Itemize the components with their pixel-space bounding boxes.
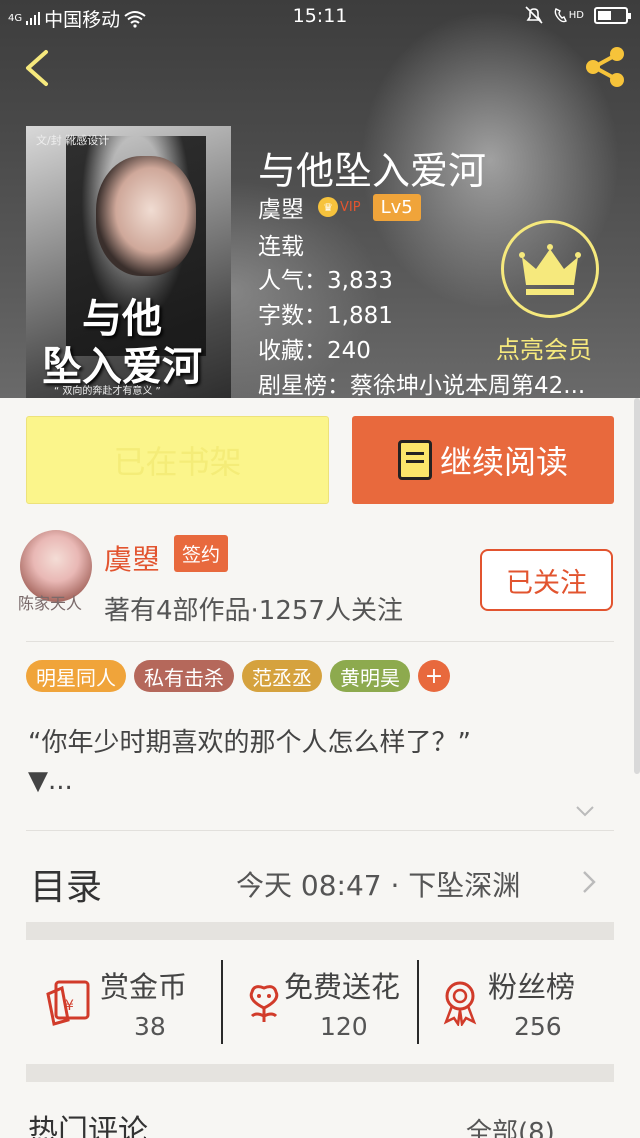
reward-coins-button[interactable]: ¥ 赏金币 38 [26,940,222,1058]
svg-text:¥: ¥ [65,998,74,1014]
continue-reading-label: 继续阅读 [439,443,568,481]
flower-icon [249,985,279,1022]
battery-icon [594,6,631,24]
crown-icon: ♛ [318,197,338,217]
signed-badge: 签约 [174,535,229,572]
toc-label: 目录 [30,867,103,908]
divider [26,641,614,642]
tag-item[interactable]: 范丞丞 [242,660,322,692]
scrollbar[interactable] [634,398,640,774]
action-count: 120 [320,1012,368,1041]
action-count: 38 [134,1012,166,1041]
author-stats: 著有4部作品·1257人关注 [104,596,403,626]
in-bookshelf-button[interactable]: 已在书架 [26,416,329,504]
share-icon[interactable] [582,44,628,90]
medal-icon [443,981,477,1026]
latest-chapter: 今天 08:47 · 下坠深渊 [236,869,521,902]
red-envelope-icon: ¥ [46,980,90,1026]
tag-item[interactable]: 黄明昊 [330,660,410,692]
action-title: 粉丝榜 [488,970,576,1004]
favorites-count: 收藏：240 [258,338,371,364]
avatar-caption: 陈家天人 [18,594,83,613]
word-count: 字数：1,881 [258,303,393,329]
popularity: 人气：3,833 [258,268,393,294]
status-bar: 4G 中国移动 15:11 HD [0,0,640,36]
book-author-row: 虞曌 ♛ VIP Lv5 [258,190,421,224]
book-icon [397,440,432,480]
book-intro[interactable]: “你年少时期喜欢的那个人怎么样了？” ▼... [28,724,608,800]
all-comments-link[interactable]: 全部(8) [466,1112,555,1138]
vip-label: VIP [340,199,361,215]
member-label[interactable]: 点亮会员 [496,330,592,365]
table-of-contents-row[interactable]: 目录 今天 08:47 · 下坠深渊 [0,832,640,928]
chevron-right-icon [583,871,596,893]
hd-label: HD [568,9,584,21]
fan-ranking-button[interactable]: 粉丝榜 256 [418,940,614,1058]
cover-art [96,156,196,276]
chevron-down-icon[interactable] [574,800,596,822]
crown-icon [519,244,581,295]
action-title: 赏金币 [100,970,188,1004]
book-author[interactable]: 虞曌 [258,190,304,224]
action-count: 256 [514,1012,562,1041]
rank-info[interactable]: 剧星榜：蔡徐坤小说本周第42... [258,366,618,398]
section-separator [26,922,614,940]
hd-call-indicator: HD [554,7,584,23]
hot-comments-title: 热门评论 [28,1114,148,1138]
level-badge: Lv5 [372,193,421,221]
add-tag-button[interactable]: + [418,660,450,692]
follow-button[interactable]: 已关注 [480,549,613,611]
phone-icon [554,8,567,23]
action-title: 免费送花 [284,970,401,1004]
tag-list: 明星同人 私有击杀 范丞丞 黄明昊 + [26,660,450,692]
support-actions: ¥ 赏金币 38 免费送花 120 粉丝榜 256 [26,940,614,1058]
continue-reading-button[interactable]: 继续阅读 [352,416,614,504]
status-right: HD [524,5,631,25]
cover-credit: 文/封 靴感设计 [36,134,110,147]
section-separator [26,1064,614,1082]
serial-status: 连载 [258,234,304,260]
cover-tagline: “ 双向的奔赴才有意义 ” [54,386,161,397]
author-name[interactable]: 虞曌 [104,538,160,578]
member-crown-button[interactable] [501,220,599,318]
tag-item[interactable]: 明星同人 [26,660,126,692]
vip-badge: ♛ VIP [318,197,361,217]
intro-more: ▼... [28,766,73,796]
intro-line: “你年少时期喜欢的那个人怎么样了？” [28,728,471,758]
book-header: 4G 中国移动 15:11 HD 文/封 靴感设计 与他 坠入爱河 “ 双向的奔… [0,0,640,398]
author-avatar[interactable] [20,530,92,602]
back-arrow-icon[interactable] [18,46,58,90]
send-flower-button[interactable]: 免费送花 120 [222,940,418,1058]
mute-bell-icon [525,6,543,24]
divider [26,830,614,831]
book-title: 与他坠入爱河 [258,149,487,193]
book-cover[interactable]: 文/封 靴感设计 与他 坠入爱河 “ 双向的奔赴才有意义 ” [26,126,231,398]
tag-item[interactable]: 私有击杀 [134,660,234,692]
